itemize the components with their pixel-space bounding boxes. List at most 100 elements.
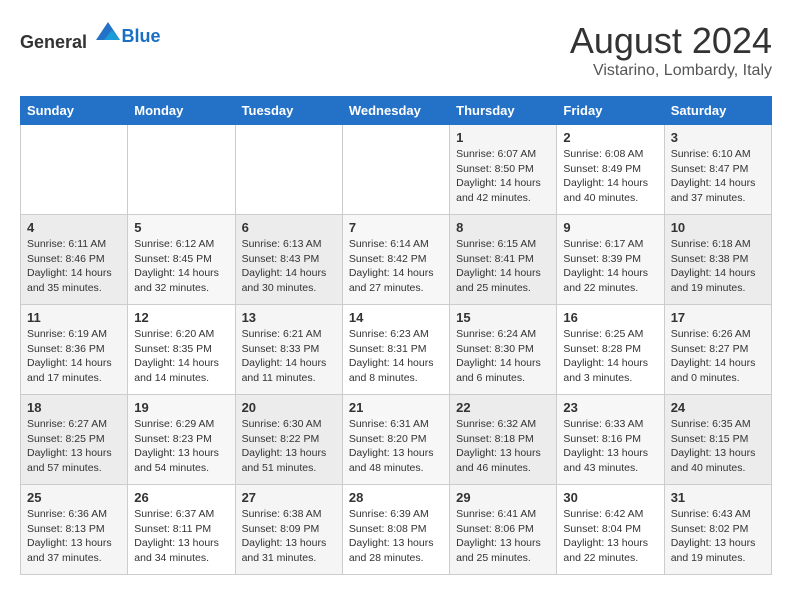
day-number: 16 — [563, 310, 657, 325]
day-number: 28 — [349, 490, 443, 505]
col-header-monday: Monday — [128, 97, 235, 125]
day-number: 15 — [456, 310, 550, 325]
day-number: 6 — [242, 220, 336, 235]
day-number: 31 — [671, 490, 765, 505]
day-cell: 5 Sunrise: 6:12 AM Sunset: 8:45 PM Daylig… — [128, 215, 235, 305]
day-cell: 1 Sunrise: 6:07 AM Sunset: 8:50 PM Daylig… — [450, 125, 557, 215]
day-number: 30 — [563, 490, 657, 505]
week-row-2: 4 Sunrise: 6:11 AM Sunset: 8:46 PM Daylig… — [21, 215, 772, 305]
day-info: Sunrise: 6:21 AM Sunset: 8:33 PM Dayligh… — [242, 327, 336, 386]
day-cell — [128, 125, 235, 215]
day-number: 24 — [671, 400, 765, 415]
day-info: Sunrise: 6:20 AM Sunset: 8:35 PM Dayligh… — [134, 327, 228, 386]
day-number: 7 — [349, 220, 443, 235]
day-info: Sunrise: 6:29 AM Sunset: 8:23 PM Dayligh… — [134, 417, 228, 476]
day-number: 18 — [27, 400, 121, 415]
day-info: Sunrise: 6:15 AM Sunset: 8:41 PM Dayligh… — [456, 237, 550, 296]
day-number: 10 — [671, 220, 765, 235]
day-info: Sunrise: 6:07 AM Sunset: 8:50 PM Dayligh… — [456, 147, 550, 206]
day-cell — [342, 125, 449, 215]
day-cell: 18 Sunrise: 6:27 AM Sunset: 8:25 PM Dayli… — [21, 395, 128, 485]
day-info: Sunrise: 6:42 AM Sunset: 8:04 PM Dayligh… — [563, 507, 657, 566]
day-info: Sunrise: 6:25 AM Sunset: 8:28 PM Dayligh… — [563, 327, 657, 386]
day-cell: 9Sunrise: 6:17 AM Sunset: 8:39 PM Daylig… — [557, 215, 664, 305]
day-number: 3 — [671, 130, 765, 145]
header-row: SundayMondayTuesdayWednesdayThursdayFrid… — [21, 97, 772, 125]
day-cell: 8 Sunrise: 6:15 AM Sunset: 8:41 PM Daylig… — [450, 215, 557, 305]
title-block: August 2024 Vistarino, Lombardy, Italy — [570, 20, 772, 80]
day-info: Sunrise: 6:38 AM Sunset: 8:09 PM Dayligh… — [242, 507, 336, 566]
day-number: 5 — [134, 220, 228, 235]
day-cell: 11 Sunrise: 6:19 AM Sunset: 8:36 PM Dayli… — [21, 305, 128, 395]
day-info: Sunrise: 6:11 AM Sunset: 8:46 PM Dayligh… — [27, 237, 121, 296]
day-info: Sunrise: 6:24 AM Sunset: 8:30 PM Dayligh… — [456, 327, 550, 386]
day-number: 20 — [242, 400, 336, 415]
day-cell: 19 Sunrise: 6:29 AM Sunset: 8:23 PM Dayli… — [128, 395, 235, 485]
day-info: Sunrise: 6:19 AM Sunset: 8:36 PM Dayligh… — [27, 327, 121, 386]
day-number: 22 — [456, 400, 550, 415]
day-cell: 29Sunrise: 6:41 AM Sunset: 8:06 PM Dayli… — [450, 485, 557, 575]
day-cell: 15 Sunrise: 6:24 AM Sunset: 8:30 PM Dayli… — [450, 305, 557, 395]
day-cell: 6 Sunrise: 6:13 AM Sunset: 8:43 PM Daylig… — [235, 215, 342, 305]
day-number: 19 — [134, 400, 228, 415]
day-cell: 13 Sunrise: 6:21 AM Sunset: 8:33 PM Dayli… — [235, 305, 342, 395]
day-info: Sunrise: 6:23 AM Sunset: 8:31 PM Dayligh… — [349, 327, 443, 386]
col-header-friday: Friday — [557, 97, 664, 125]
day-info: Sunrise: 6:18 AM Sunset: 8:38 PM Dayligh… — [671, 237, 765, 296]
col-header-sunday: Sunday — [21, 97, 128, 125]
day-info: Sunrise: 6:10 AM Sunset: 8:47 PM Dayligh… — [671, 147, 765, 206]
month-year-title: August 2024 — [570, 20, 772, 62]
day-info: Sunrise: 6:33 AM Sunset: 8:16 PM Dayligh… — [563, 417, 657, 476]
day-info: Sunrise: 6:39 AM Sunset: 8:08 PM Dayligh… — [349, 507, 443, 566]
day-info: Sunrise: 6:31 AM Sunset: 8:20 PM Dayligh… — [349, 417, 443, 476]
day-cell: 24Sunrise: 6:35 AM Sunset: 8:15 PM Dayli… — [664, 395, 771, 485]
day-number: 1 — [456, 130, 550, 145]
day-cell: 2 Sunrise: 6:08 AM Sunset: 8:49 PM Daylig… — [557, 125, 664, 215]
day-number: 27 — [242, 490, 336, 505]
day-cell: 30 Sunrise: 6:42 AM Sunset: 8:04 PM Dayli… — [557, 485, 664, 575]
logo-general: General — [20, 32, 87, 52]
day-number: 2 — [563, 130, 657, 145]
day-info: Sunrise: 6:12 AM Sunset: 8:45 PM Dayligh… — [134, 237, 228, 296]
page-header: General Blue August 2024 Vistarino, Lomb… — [20, 20, 772, 80]
day-number: 14 — [349, 310, 443, 325]
day-cell: 3 Sunrise: 6:10 AM Sunset: 8:47 PM Daylig… — [664, 125, 771, 215]
logo-icon — [94, 20, 122, 48]
day-number: 21 — [349, 400, 443, 415]
calendar-table: SundayMondayTuesdayWednesdayThursdayFrid… — [20, 96, 772, 575]
day-info: Sunrise: 6:08 AM Sunset: 8:49 PM Dayligh… — [563, 147, 657, 206]
day-number: 23 — [563, 400, 657, 415]
day-number: 8 — [456, 220, 550, 235]
day-cell: 17Sunrise: 6:26 AM Sunset: 8:27 PM Dayli… — [664, 305, 771, 395]
day-number: 12 — [134, 310, 228, 325]
day-info: Sunrise: 6:17 AM Sunset: 8:39 PM Dayligh… — [563, 237, 657, 296]
day-info: Sunrise: 6:13 AM Sunset: 8:43 PM Dayligh… — [242, 237, 336, 296]
day-info: Sunrise: 6:27 AM Sunset: 8:25 PM Dayligh… — [27, 417, 121, 476]
day-cell: 25Sunrise: 6:36 AM Sunset: 8:13 PM Dayli… — [21, 485, 128, 575]
day-cell: 12 Sunrise: 6:20 AM Sunset: 8:35 PM Dayli… — [128, 305, 235, 395]
col-header-saturday: Saturday — [664, 97, 771, 125]
day-info: Sunrise: 6:36 AM Sunset: 8:13 PM Dayligh… — [27, 507, 121, 566]
day-cell: 22Sunrise: 6:32 AM Sunset: 8:18 PM Dayli… — [450, 395, 557, 485]
day-cell: 28 Sunrise: 6:39 AM Sunset: 8:08 PM Dayli… — [342, 485, 449, 575]
week-row-4: 18 Sunrise: 6:27 AM Sunset: 8:25 PM Dayli… — [21, 395, 772, 485]
day-cell: 23 Sunrise: 6:33 AM Sunset: 8:16 PM Dayli… — [557, 395, 664, 485]
day-info: Sunrise: 6:26 AM Sunset: 8:27 PM Dayligh… — [671, 327, 765, 386]
col-header-wednesday: Wednesday — [342, 97, 449, 125]
day-number: 13 — [242, 310, 336, 325]
day-cell: 16 Sunrise: 6:25 AM Sunset: 8:28 PM Dayli… — [557, 305, 664, 395]
col-header-thursday: Thursday — [450, 97, 557, 125]
logo-blue: Blue — [122, 26, 161, 46]
location-subtitle: Vistarino, Lombardy, Italy — [570, 62, 772, 80]
day-number: 11 — [27, 310, 121, 325]
day-info: Sunrise: 6:30 AM Sunset: 8:22 PM Dayligh… — [242, 417, 336, 476]
day-cell — [235, 125, 342, 215]
logo: General Blue — [20, 20, 161, 53]
day-cell: 31 Sunrise: 6:43 AM Sunset: 8:02 PM Dayli… — [664, 485, 771, 575]
day-info: Sunrise: 6:43 AM Sunset: 8:02 PM Dayligh… — [671, 507, 765, 566]
day-cell: 21 Sunrise: 6:31 AM Sunset: 8:20 PM Dayli… — [342, 395, 449, 485]
day-number: 4 — [27, 220, 121, 235]
week-row-5: 25Sunrise: 6:36 AM Sunset: 8:13 PM Dayli… — [21, 485, 772, 575]
day-cell: 10 Sunrise: 6:18 AM Sunset: 8:38 PM Dayli… — [664, 215, 771, 305]
day-cell — [21, 125, 128, 215]
